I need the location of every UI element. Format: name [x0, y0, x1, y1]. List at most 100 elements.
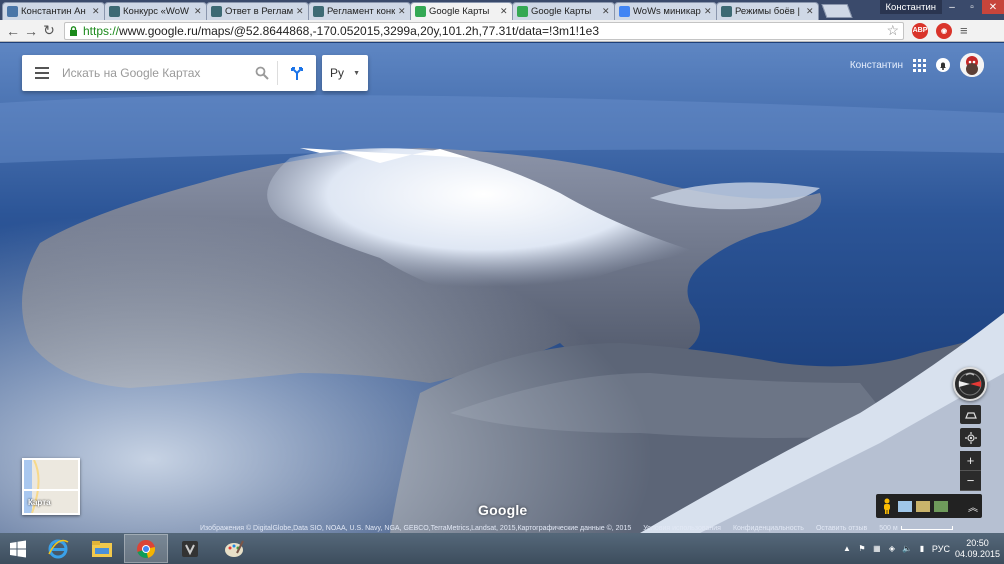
browser-toolbar: ← → ↻ https://www.google.ru/maps/@52.864… — [0, 20, 1004, 42]
notifications-icon[interactable] — [936, 58, 950, 72]
signal-icon[interactable]: ▮ — [917, 544, 927, 554]
tab-title: Константин Ан — [21, 6, 86, 17]
imagery-thumbnail-2[interactable] — [916, 500, 930, 512]
browser-tab[interactable]: Константин Ан ✕ — [2, 2, 105, 20]
wows-icon — [313, 6, 324, 17]
directions-icon[interactable] — [278, 65, 316, 81]
tab-title: WoWs миникар — [633, 6, 701, 17]
imagery-strip: ︽ — [876, 494, 982, 518]
show-hidden-icons-icon[interactable]: ▲ — [842, 544, 852, 554]
my-location-icon[interactable] — [960, 428, 981, 447]
maps-icon — [517, 6, 528, 17]
browser-tab[interactable]: Google Карты ✕ — [512, 2, 615, 20]
close-window-icon[interactable]: ✕ — [982, 0, 1004, 14]
tab-strip: Константин Ан ✕ Конкурс «WoW ✕ Ответ в Регла… — [0, 0, 1004, 20]
search-box — [22, 55, 316, 91]
scale-bar — [900, 526, 953, 530]
feedback-link[interactable]: Оставить отзыв — [816, 525, 867, 532]
search-icon[interactable] — [247, 66, 277, 80]
wows-icon — [211, 6, 222, 17]
flag-icon[interactable]: ⚑ — [857, 544, 867, 554]
google-logo: Google — [478, 502, 528, 518]
game-launcher-icon[interactable] — [168, 534, 212, 563]
adblock-icon[interactable]: ABP — [912, 22, 928, 39]
scale-label: 500 м — [879, 524, 898, 532]
chrome-menu-icon[interactable]: ≡ — [960, 23, 968, 38]
browser-tab[interactable]: Режимы боёв | ✕ — [716, 2, 819, 20]
start-windows-icon[interactable] — [0, 533, 36, 564]
volume-icon[interactable]: 🔈 — [902, 544, 912, 554]
tab-title: Конкурс «WoW — [123, 6, 189, 17]
wows-icon — [721, 6, 732, 17]
bookmark-star-icon[interactable]: ☆ — [886, 22, 899, 39]
caret-down-icon: ▼ — [353, 69, 360, 77]
pegman-icon[interactable] — [880, 498, 894, 514]
close-tab-icon[interactable]: ✕ — [398, 6, 406, 17]
clock-time: 20:50 — [966, 537, 989, 548]
address-bar[interactable]: https://www.google.ru/maps/@52.8644868,-… — [64, 21, 904, 40]
close-tab-icon[interactable]: ✕ — [296, 6, 304, 17]
privacy-link[interactable]: Конфиденциальность — [733, 525, 804, 532]
browser-tab[interactable]: Конкурс «WoW ✕ — [104, 2, 207, 20]
menu-icon[interactable] — [22, 55, 62, 91]
paint-icon[interactable] — [212, 534, 256, 563]
search-input[interactable] — [62, 58, 247, 88]
imagery-thumbnail-3[interactable] — [934, 500, 948, 512]
browser-tab[interactable]: Ответ в Реглам ✕ — [206, 2, 309, 20]
clock[interactable]: 20:50 04.09.2015 — [955, 538, 1000, 560]
scale-indicator[interactable]: 500 м — [879, 524, 953, 532]
tilt-icon[interactable] — [960, 405, 981, 424]
close-tab-icon[interactable]: ✕ — [194, 6, 202, 17]
map-type-toggle[interactable]: Карта — [22, 458, 80, 515]
window-controls: – ▫ ✕ — [942, 0, 1004, 14]
maps-icon — [415, 6, 426, 17]
close-tab-icon[interactable]: ✕ — [704, 6, 712, 17]
imagery-thumbnail-1[interactable] — [898, 500, 912, 512]
compass-icon[interactable] — [953, 367, 987, 401]
forward-icon[interactable]: → — [22, 22, 40, 40]
browser-tab[interactable]: WoWs миникар ✕ — [614, 2, 717, 20]
map-controls: + − — [960, 405, 981, 491]
expand-up-icon[interactable]: ︽ — [968, 499, 978, 514]
profile-button[interactable]: Константин — [879, 0, 942, 14]
attribution-text: Изображения © DigitalGlobe,Data SIO, NOA… — [200, 524, 632, 532]
account-area: Константин — [850, 53, 984, 77]
satellite-imagery — [0, 43, 1004, 533]
zoom-in-icon[interactable]: + — [960, 451, 981, 471]
language-select[interactable]: Ру ▼ — [322, 55, 368, 91]
taskbar: ▲ ⚑ ▦ ◈ 🔈 ▮ РУС 20:50 04.09.2015 — [0, 533, 1004, 564]
internet-explorer-icon[interactable] — [36, 534, 80, 563]
map-viewport[interactable]: Ру ▼ Константин Карта Google — [0, 43, 1004, 533]
url-text[interactable]: https://www.google.ru/maps/@52.8644868,-… — [83, 24, 882, 38]
file-explorer-icon[interactable] — [80, 534, 124, 563]
tab-title: Регламент конк — [327, 6, 395, 17]
browser-tab[interactable]: Google Карты ✕ — [410, 2, 513, 20]
close-tab-icon[interactable]: ✕ — [500, 6, 508, 17]
terms-link[interactable]: Условия использования — [643, 525, 721, 532]
language-label: Ру — [330, 66, 345, 80]
account-name[interactable]: Константин — [850, 60, 903, 71]
google-icon — [619, 6, 630, 17]
apps-grid-icon[interactable] — [913, 58, 926, 72]
extension-icon[interactable]: ◉ — [936, 22, 952, 39]
security-icon[interactable]: ◈ — [887, 544, 897, 554]
avatar[interactable] — [960, 53, 984, 77]
close-tab-icon[interactable]: ✕ — [602, 6, 610, 17]
language-indicator[interactable]: РУС — [932, 544, 950, 554]
new-tab-button[interactable] — [821, 4, 853, 18]
browser-tab[interactable]: Регламент конк ✕ — [308, 2, 411, 20]
minimize-icon[interactable]: – — [942, 0, 962, 14]
close-tab-icon[interactable]: ✕ — [92, 6, 100, 17]
tab-title: Google Карты — [531, 6, 592, 17]
lock-icon — [69, 25, 79, 36]
close-tab-icon[interactable]: ✕ — [806, 6, 814, 17]
back-icon[interactable]: ← — [4, 22, 22, 40]
network-icon[interactable]: ▦ — [872, 544, 882, 554]
clock-date: 04.09.2015 — [954, 548, 1000, 559]
maximize-icon[interactable]: ▫ — [962, 0, 982, 14]
zoom-controls: + − — [960, 451, 981, 491]
reload-icon[interactable]: ↻ — [40, 22, 58, 40]
wows-icon — [109, 6, 120, 17]
zoom-out-icon[interactable]: − — [960, 471, 981, 491]
chrome-icon[interactable] — [124, 534, 168, 563]
